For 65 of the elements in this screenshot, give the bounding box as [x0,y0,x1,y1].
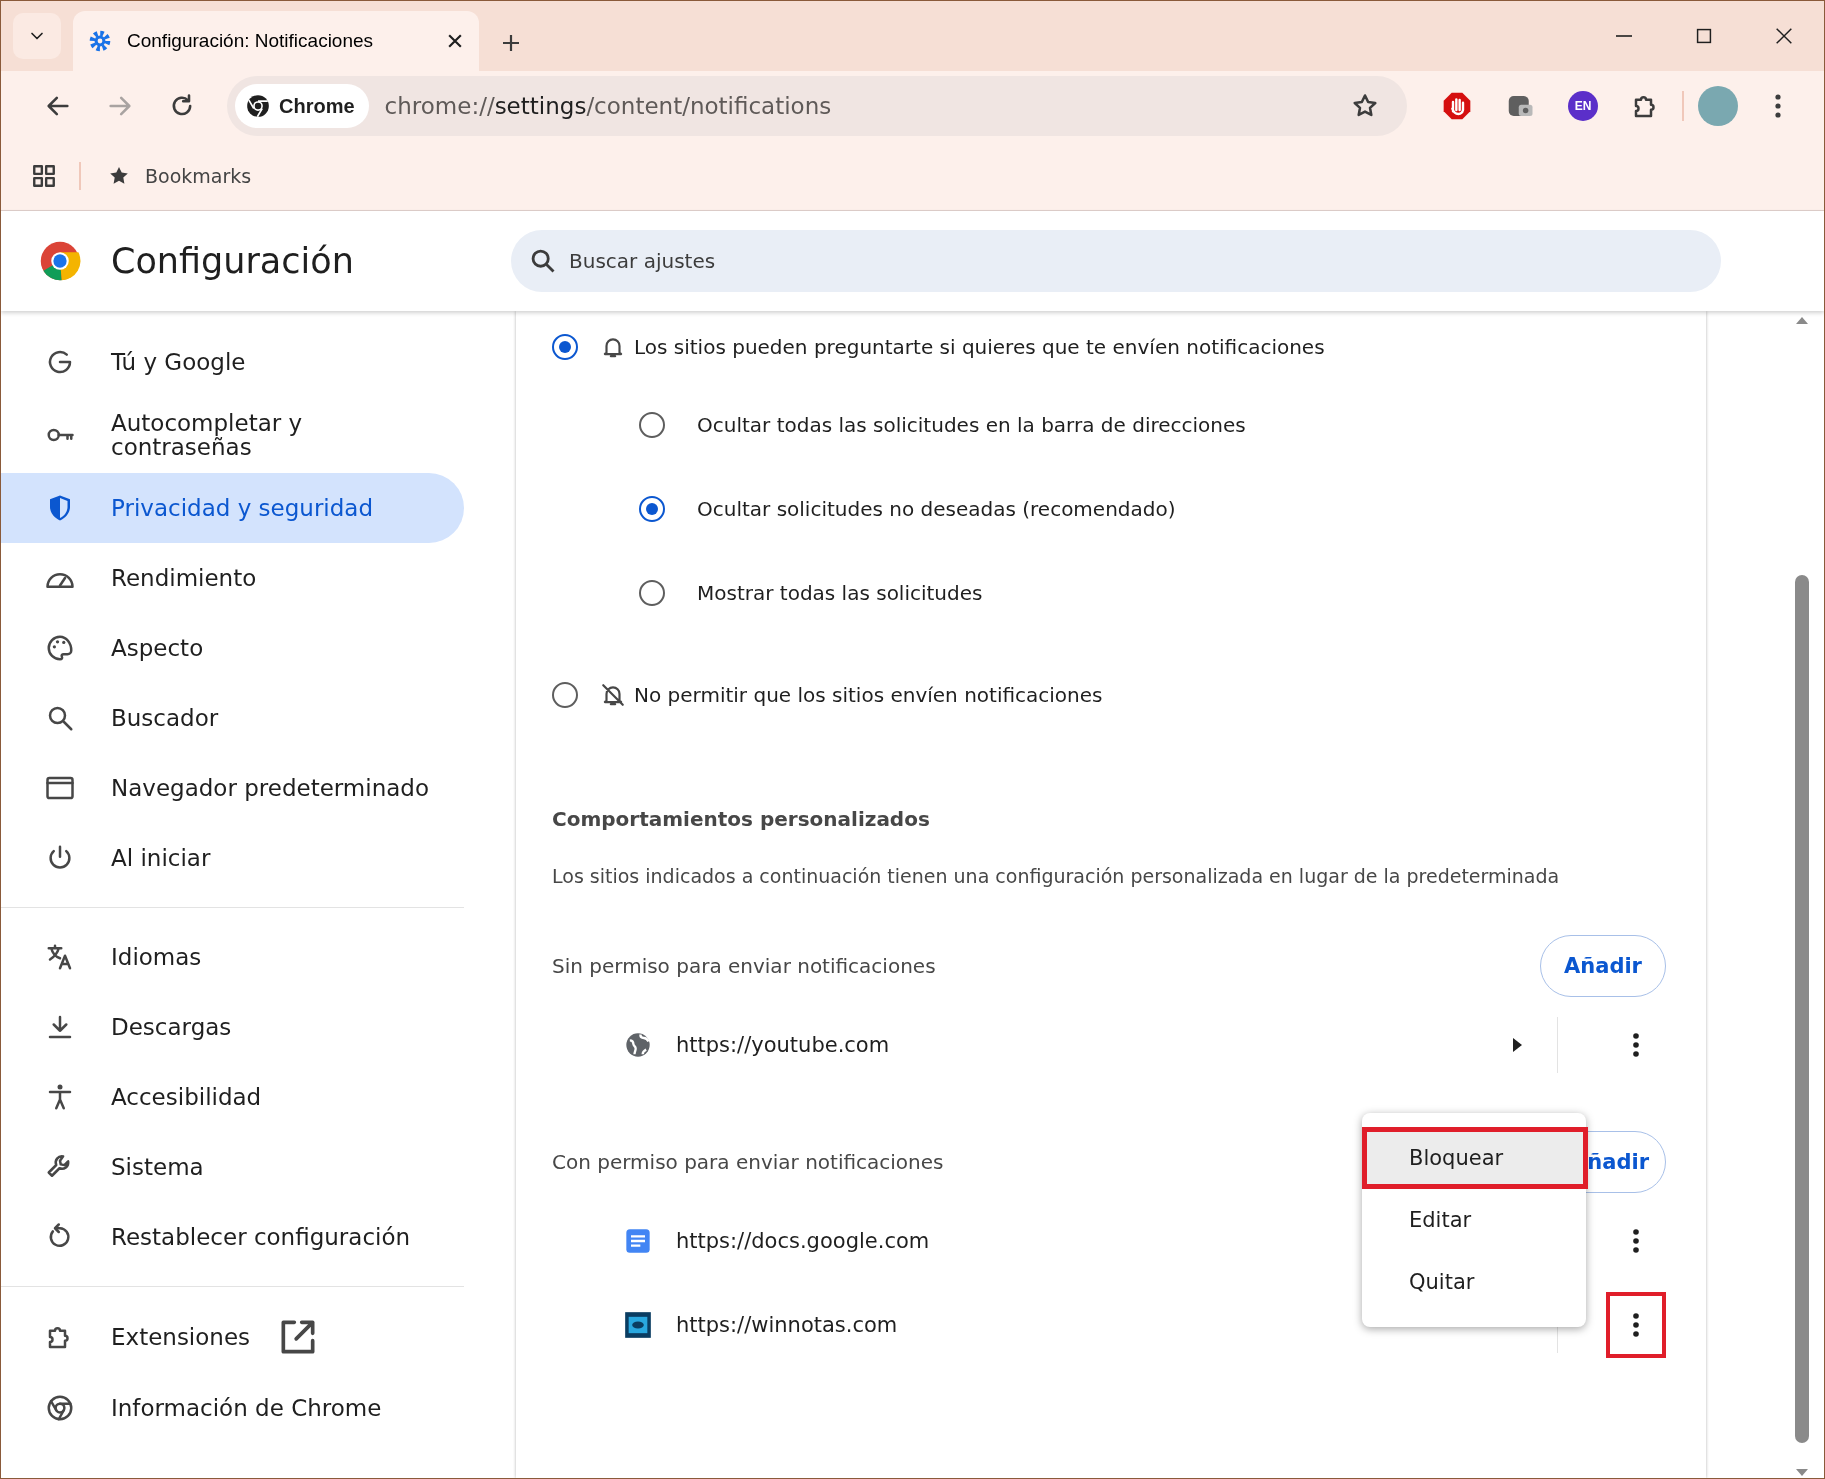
scrollbar-thumb[interactable] [1794,575,1809,1443]
minimize-icon [1616,35,1632,37]
site-url: https://winnotas.com [676,1313,899,1337]
vertical-dots-icon [1774,93,1782,119]
sidebar-item[interactable]: Restablecer configuración [1,1202,464,1273]
site-info-chip[interactable]: Chrome [235,84,369,128]
sidebar-item[interactable]: Extensiones [1,1301,464,1374]
sidebar-item[interactable]: Al iniciar [1,823,464,894]
menu-item[interactable]: Bloquear [1362,1127,1588,1189]
scroll-down-arrow-icon [1794,1468,1809,1478]
site-favicon-icon [624,1311,652,1339]
list-heading: Sin permiso para enviar notificaciones [552,954,936,978]
page-title: Configuración [111,241,355,281]
option-label: Ocultar todas las solicitudes en la barra de direcciones [697,413,1246,437]
language-badge-button[interactable]: EN [1568,91,1598,121]
section-description: Los sitios indicados a continuación tienen una configuración personalizada en lugar de la predeterminada [552,865,1561,887]
search-icon [529,247,557,275]
close-icon [1773,25,1795,47]
sidebar-item[interactable]: Rendimiento [1,543,464,614]
globe-icon [624,1031,652,1059]
sidebar-item[interactable]: Buscador [1,683,464,754]
option-label: Mostrar todas las solicitudes [697,581,983,605]
document-icon [624,1227,652,1255]
chrome-logo-icon [245,93,271,119]
stop-hand-icon [1441,90,1473,122]
list-heading: Con permiso para enviar notificaciones [552,1150,944,1174]
more-actions-button[interactable] [1606,1292,1666,1358]
radio-button[interactable] [552,334,578,360]
sidebar-item[interactable]: Información de Chrome [1,1373,464,1444]
bookmark-folder[interactable]: Bookmarks [107,163,252,188]
radio-button[interactable] [639,412,665,438]
radio-button[interactable] [552,682,578,708]
site-url: https://docs.google.com [676,1229,931,1253]
vertical-dots-icon [1632,1228,1640,1254]
site-url: https://youtube.com [676,1033,891,1057]
menu-item[interactable]: Quitar [1362,1251,1586,1313]
gear-icon [87,28,113,54]
sidebar-item[interactable]: Accesibilidad [1,1062,464,1133]
option-label: Ocultar solicitudes no deseadas (recomendado) [697,497,1176,521]
option-label: Los sitios pueden preguntarte si quieres que te envíen notificaciones [634,335,1325,359]
sidebar-item[interactable]: Autocompletar y contraseñas [1,397,464,474]
menu-item[interactable]: Editar [1362,1189,1586,1251]
chrome-logo-icon [39,240,81,282]
scroll-up-arrow-icon [1794,315,1809,325]
sidebar-item[interactable]: Aspecto [1,613,464,684]
sidebar-item[interactable]: Descargas [1,992,464,1063]
sidebar-item[interactable]: Idiomas [1,922,464,993]
sidebar-item[interactable]: Navegador predeterminado [1,753,464,824]
sidebar-item[interactable]: Sistema [1,1132,464,1203]
search-field[interactable]: Buscar ajustes [511,230,1721,292]
radio-button[interactable] [639,496,665,522]
apps-button[interactable] [31,162,57,189]
radio-button[interactable] [639,580,665,606]
vertical-dots-icon [1632,1032,1640,1058]
apps-grid-icon [31,162,57,189]
section-title: Comportamientos personalizados [552,807,931,831]
url-text: chrome://settings/content/notifications [384,93,833,119]
browser-tab[interactable]: Configuración: Notificaciones [73,11,479,71]
option-label: No permitir que los sitios envíen notificaciones [634,683,1103,707]
vertical-dots-icon [1632,1312,1640,1338]
address-bar[interactable]: Chrome chrome://settings/content/notifications [227,76,1407,136]
bell-slash-icon [600,682,626,708]
add-button[interactable]: Añadir [1540,935,1666,997]
sidebar-item[interactable]: Privacidad y seguridad [1,473,464,544]
sidebar-item[interactable]: Tú y Google [1,327,464,397]
